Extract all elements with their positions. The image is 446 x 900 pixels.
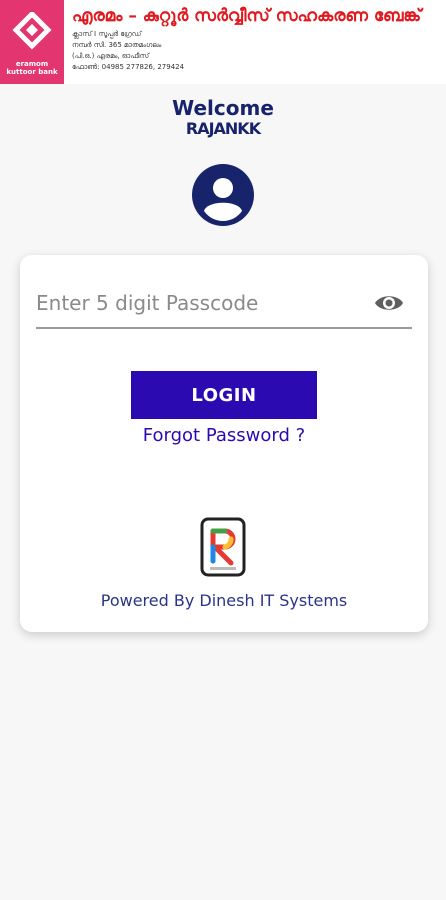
login-card: LOGIN Forgot Password ? Powered By Dines… [20,255,428,632]
r-brand-logo-icon [200,517,246,577]
app-logo: eramom kuttoor bank [0,0,64,84]
header-banner: eramom kuttoor bank എരമം – കുറ്റൂർ സർവ്വ… [0,0,446,84]
address-line-2: നമ്പർ സി. 365 മാതമംഗലം [72,41,162,49]
passcode-input[interactable] [36,283,356,323]
eye-icon[interactable] [374,291,404,315]
logo-text-line1: eramom [15,60,49,68]
address-line-4: ഫോൺ: 04985 277826, 279424 [72,63,185,71]
address-line-1: ക്ലാസ് I സൂപ്പർ ഗ്രേഡ് [72,30,142,38]
user-avatar-icon [192,164,254,226]
app-logo-icon [12,12,52,50]
welcome-title: Welcome [172,96,274,120]
welcome-username: RAJANKK [185,119,261,138]
forgot-password-link[interactable]: Forgot Password ? [20,425,428,446]
passcode-field-wrapper [36,283,412,329]
logo-text-line2: kuttoor bank [6,68,58,76]
powered-by-text: Powered By Dinesh IT Systems [100,591,348,610]
bank-name: എരമം – കുറ്റൂർ സർവ്വീസ് സഹകരണ ബേങ്ക് [72,6,422,26]
login-button[interactable]: LOGIN [131,371,317,419]
address-line-3: (പി.ഒ.) എരമം, ഓഫീസ് [72,52,150,60]
